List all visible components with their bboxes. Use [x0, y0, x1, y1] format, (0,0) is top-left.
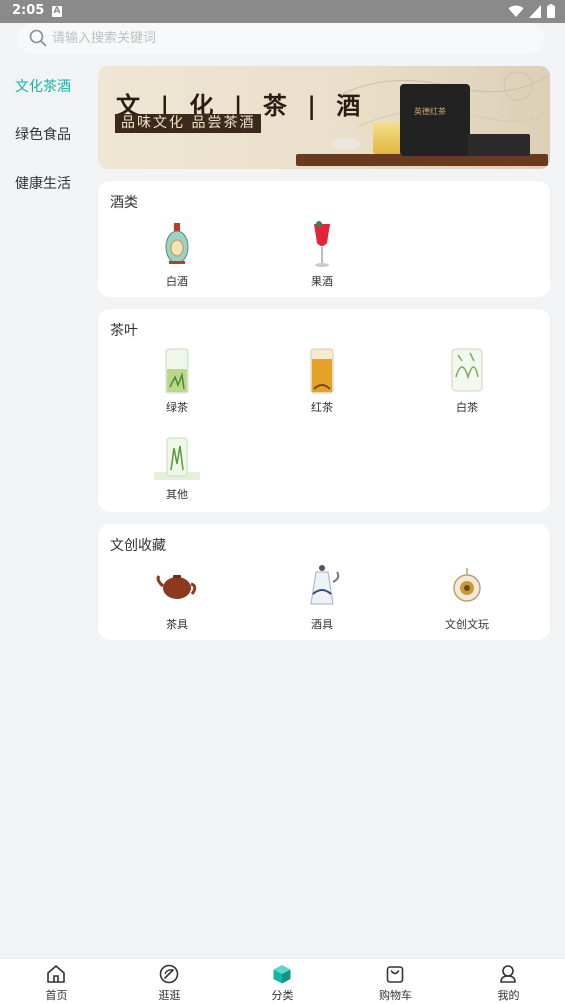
category-label: 白酒 [166, 275, 188, 288]
wifi-icon [508, 5, 524, 17]
baijiu-bottle-icon [165, 223, 189, 264]
tab-label: 分类 [271, 989, 294, 1002]
black-tea-glass-icon [310, 348, 334, 394]
notification-icon: A [52, 6, 62, 17]
tab-label: 购物车 [379, 989, 412, 1002]
section-title: 酒类 [110, 195, 138, 211]
section-card-collectibles: 文创收藏 茶具 酒具 文创文玩 [98, 524, 550, 640]
tab-label: 首页 [45, 989, 68, 1002]
teapot-icon [156, 575, 197, 599]
fruit-wine-glass-icon [314, 221, 330, 267]
tab-label: 逛逛 [158, 989, 181, 1002]
status-time: 2:05 [12, 3, 45, 18]
search-icon [29, 29, 47, 47]
search-bar[interactable] [17, 23, 544, 54]
home-icon [47, 965, 65, 983]
tab-label: 我的 [497, 989, 520, 1002]
tab-profile[interactable]: 我的 [452, 959, 565, 1004]
category-label: 白茶 [456, 401, 478, 414]
white-tea-glass-icon [451, 348, 483, 392]
shopping-bag-icon [386, 966, 404, 983]
battery-icon [547, 4, 555, 18]
sidebar-item-green-food[interactable]: 绿色食品 [15, 124, 71, 144]
section-title: 文创收藏 [110, 538, 166, 554]
section-card-wine: 酒类 白酒 果酒 [98, 181, 550, 297]
banner-tea-package [400, 84, 470, 156]
category-label: 酒具 [311, 618, 333, 631]
tab-cart[interactable]: 购物车 [339, 959, 452, 1004]
promo-banner[interactable]: 文 | 化 | 茶 | 酒 品味文化 品尝茶酒 英德红茶 [98, 66, 550, 169]
category-label: 茶具 [166, 618, 188, 631]
tab-home[interactable]: 首页 [0, 959, 113, 1004]
banner-package-text: 英德红茶 [414, 107, 446, 116]
category-label: 其他 [166, 488, 188, 501]
status-bar: 2:05 A [0, 0, 565, 23]
sidebar-item-healthy-life[interactable]: 健康生活 [15, 173, 71, 193]
category-cube-icon [273, 965, 291, 984]
category-label: 绿茶 [166, 401, 188, 414]
wine-vessel-icon [310, 565, 340, 605]
tab-explore[interactable]: 逛逛 [113, 959, 226, 1004]
green-tea-glass-icon [165, 348, 189, 394]
user-icon [500, 965, 516, 983]
banner-tea-leaves [332, 138, 360, 150]
search-input[interactable] [52, 23, 522, 54]
banner-tea-box [468, 134, 530, 156]
banner-subtitle: 品味文化 品尝茶酒 [115, 114, 262, 133]
signal-icon [529, 4, 541, 18]
bottom-tab-bar: 首页 逛逛 分类 购物车 我的 [0, 958, 565, 1004]
section-title: 茶叶 [110, 323, 138, 339]
category-label: 红茶 [311, 401, 333, 414]
category-label: 文创文玩 [445, 618, 489, 631]
collectible-ornament-icon [453, 568, 481, 602]
category-label: 果酒 [311, 275, 333, 288]
compass-icon [159, 964, 179, 984]
status-indicators [508, 4, 555, 18]
section-card-tea: 茶叶 绿茶 红茶 白茶 其他 [98, 309, 550, 512]
sidebar-item-culture-tea-wine[interactable]: 文化茶酒 [15, 76, 71, 96]
other-tea-glass-icon [154, 437, 200, 480]
tab-category[interactable]: 分类 [226, 959, 339, 1004]
